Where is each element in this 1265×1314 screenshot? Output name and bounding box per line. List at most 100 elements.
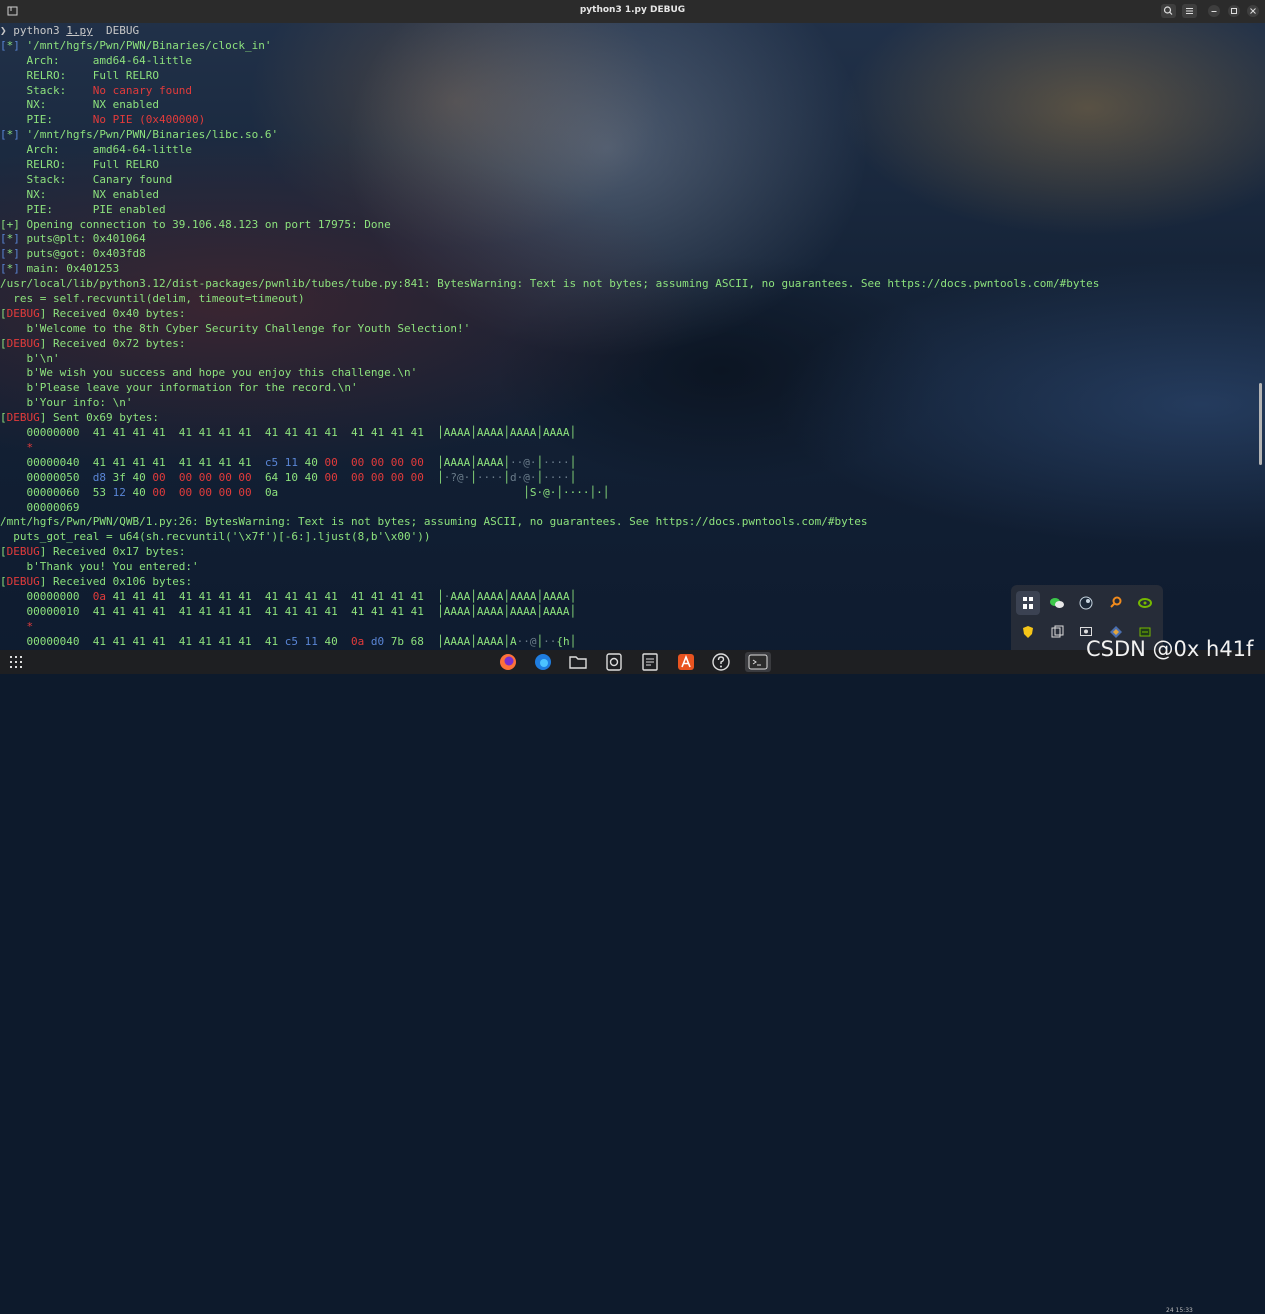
terminal-text: │ xyxy=(437,470,444,484)
minimize-icon[interactable] xyxy=(1208,5,1220,17)
terminal-text: PIE enabled xyxy=(92,202,166,216)
terminal-line: 00000040 41 41 41 41 41 41 41 41 c5 11 4… xyxy=(0,456,1265,471)
terminal-line: 00000069 xyxy=(0,501,1265,516)
help-icon[interactable] xyxy=(711,652,731,672)
terminal-line: [+] Opening connection to 39.106.48.123 … xyxy=(0,218,1265,233)
terminal-text: 0a xyxy=(351,634,371,648)
terminal-text: NX enabled xyxy=(92,187,159,201)
terminal-text: Arch: amd64-64-little xyxy=(0,143,193,157)
terminal-text: 40 xyxy=(304,455,325,469)
terminal-text: ] xyxy=(13,232,20,246)
terminal-text: /usr/local/lib/python3.12/dist-packages/… xyxy=(0,277,1100,291)
terminal-text: ] Received 0x72 bytes: xyxy=(39,336,186,350)
terminal-line: 00000000 41 41 41 41 41 41 41 41 41 41 4… xyxy=(0,426,1265,441)
edge-icon[interactable] xyxy=(533,652,553,672)
terminal-icon[interactable] xyxy=(745,652,771,672)
terminal-line: puts_got_real = u64(sh.recvuntil('\x7f')… xyxy=(0,530,1265,545)
search-tool-icon[interactable] xyxy=(1104,591,1128,615)
close-icon[interactable] xyxy=(1247,5,1259,17)
terminal-line: b'We wish you success and hope you enjoy… xyxy=(0,366,1265,381)
files-icon[interactable] xyxy=(568,652,588,672)
terminal-text: │ xyxy=(470,470,477,484)
maximize-icon[interactable] xyxy=(1228,5,1240,17)
terminal-text: 7b 68 │AAAA│AAAA│A xyxy=(390,634,517,648)
terminal-line: PIE: PIE enabled xyxy=(0,203,1265,218)
terminal-text: 00 00 00 00 00 xyxy=(324,455,438,469)
terminal-text: 00000040 41 41 41 41 41 41 41 41 xyxy=(0,455,265,469)
terminal-text: [ xyxy=(0,411,7,425)
terminal-text: PIE: xyxy=(0,202,93,216)
terminal-text: '/mnt/hgfs/Pwn/PWN/Binaries/clock_in' xyxy=(19,38,272,52)
terminal-text: 00 00 00 00 00 xyxy=(152,470,265,484)
terminal-text: PIE: xyxy=(0,113,93,127)
copy-icon[interactable] xyxy=(1045,620,1069,644)
terminal-text: d8 xyxy=(92,470,113,484)
terminal-text: [ xyxy=(0,336,7,350)
terminal-line: * xyxy=(0,441,1265,456)
menu-icon[interactable] xyxy=(1182,4,1197,18)
terminal-text: ] Received 0x40 bytes: xyxy=(39,306,186,320)
taskbar: 24 15:33 xyxy=(0,650,1265,1314)
terminal-text: puts@got: 0x403fd8 xyxy=(19,247,146,261)
terminal-text: '/mnt/hgfs/Pwn/PWN/Binaries/libc.so.6' xyxy=(19,128,279,142)
pin-icon[interactable] xyxy=(1016,591,1040,615)
terminal-text: 00 00 00 00 00 xyxy=(152,485,265,499)
terminal-text: 00000069 xyxy=(0,500,80,514)
terminal-line: [*] main: 0x401253 xyxy=(0,262,1265,277)
terminal-text: Stack: xyxy=(0,172,93,186)
terminal-text: d0 xyxy=(370,634,391,648)
terminal-text: 12 xyxy=(112,485,133,499)
nvidia-icon[interactable] xyxy=(1133,591,1157,615)
terminal-text: DEBUG xyxy=(6,574,40,588)
terminal-text: c5 11 xyxy=(284,634,325,648)
terminal-text: NX enabled xyxy=(92,98,159,112)
terminal-line: b'\n' xyxy=(0,352,1265,367)
terminal-text: Canary found xyxy=(92,172,173,186)
terminal-text: 41 41 41 41 41 41 41 41 41 41 41 41 41 4… xyxy=(112,589,444,603)
terminal-text: [ xyxy=(0,232,7,246)
terminal-text: AAA│AAAA│AAAA│AAAA│ xyxy=(450,589,577,603)
terminal-text: NX: xyxy=(0,98,93,112)
wechat-icon[interactable] xyxy=(1045,591,1069,615)
terminal-line: [DEBUG] Received 0x17 bytes: xyxy=(0,545,1265,560)
terminal-text: [ xyxy=(0,128,7,142)
obs-icon[interactable] xyxy=(604,652,624,672)
terminal-line: b'Your info: \n' xyxy=(0,396,1265,411)
terminal-line: Arch: amd64-64-little xyxy=(0,143,1265,158)
terminal-text: 40 xyxy=(132,485,153,499)
terminal-line: NX: NX enabled xyxy=(0,98,1265,113)
editor-icon[interactable] xyxy=(640,652,660,672)
terminal-text: ] xyxy=(13,128,20,142)
firefox-icon[interactable] xyxy=(498,652,518,672)
terminal-text: ··@· xyxy=(509,455,537,469)
terminal-text: 00000010 41 41 41 41 41 41 41 41 41 41 4… xyxy=(0,604,577,618)
title-bar: python3 1.py DEBUG xyxy=(0,0,1265,23)
apps-grid-icon[interactable] xyxy=(6,652,26,672)
terminal-text: 00000050 xyxy=(0,470,93,484)
terminal-text: 00000000 xyxy=(0,589,93,603)
terminal-text: │ xyxy=(569,455,577,469)
terminal-text: ] xyxy=(13,262,20,276)
terminal-text: ··@ xyxy=(516,634,537,648)
terminal-text: No PIE (0x400000) xyxy=(92,113,206,127)
search-icon[interactable] xyxy=(1161,4,1176,18)
steam-icon[interactable] xyxy=(1074,591,1098,615)
terminal-text: ❯ python3 xyxy=(0,24,67,37)
terminal-text: b'We wish you success and hope you enjoy… xyxy=(0,366,418,380)
window-title: python3 1.py DEBUG xyxy=(579,5,686,15)
terminal-text: 3f 40 xyxy=(112,470,153,484)
terminal-text: c5 11 xyxy=(264,455,305,469)
terminal-line: Arch: amd64-64-little xyxy=(0,54,1265,69)
terminal-text: No canary found xyxy=(92,83,193,97)
terminal-output[interactable]: ❯ python3 1.py DEBUG [*] '/mnt/hgfs/Pwn/P… xyxy=(0,24,1265,650)
terminal-line: [DEBUG] Received 0x72 bytes: xyxy=(0,337,1265,352)
shield-icon[interactable] xyxy=(1016,620,1040,644)
terminal-text: res = self.recvuntil(delim, timeout=time… xyxy=(0,292,305,306)
terminal-scrollbar[interactable] xyxy=(1259,383,1262,465)
terminal-text: [ xyxy=(0,306,7,320)
clock-display: 24 15:33 xyxy=(1166,1307,1193,1314)
terminal-text: /mnt/hgfs/Pwn/PWN/QWB/1.py:26: BytesWarn… xyxy=(0,515,868,529)
store-icon[interactable] xyxy=(676,652,696,672)
terminal-text: 00000060 53 xyxy=(0,485,113,499)
terminal-line: 00000060 53 12 40 00 00 00 00 00 0a │S·@… xyxy=(0,486,1265,501)
